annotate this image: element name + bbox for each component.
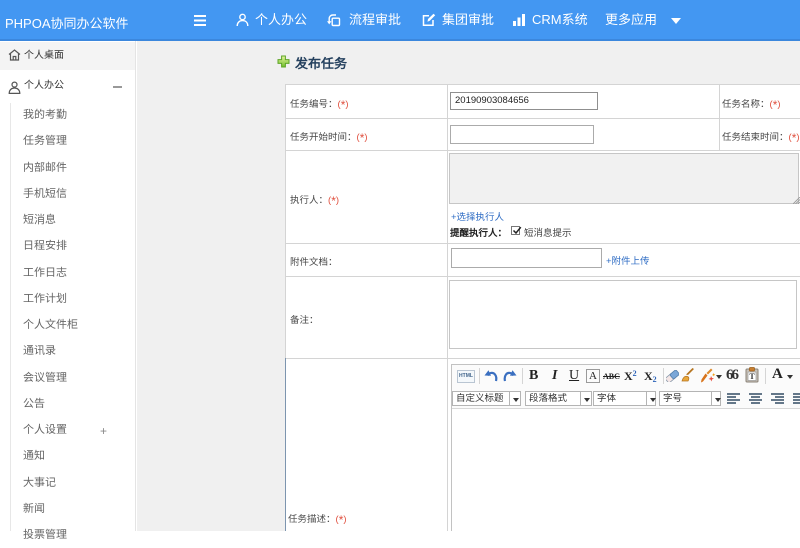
svg-text:T: T — [749, 372, 755, 381]
